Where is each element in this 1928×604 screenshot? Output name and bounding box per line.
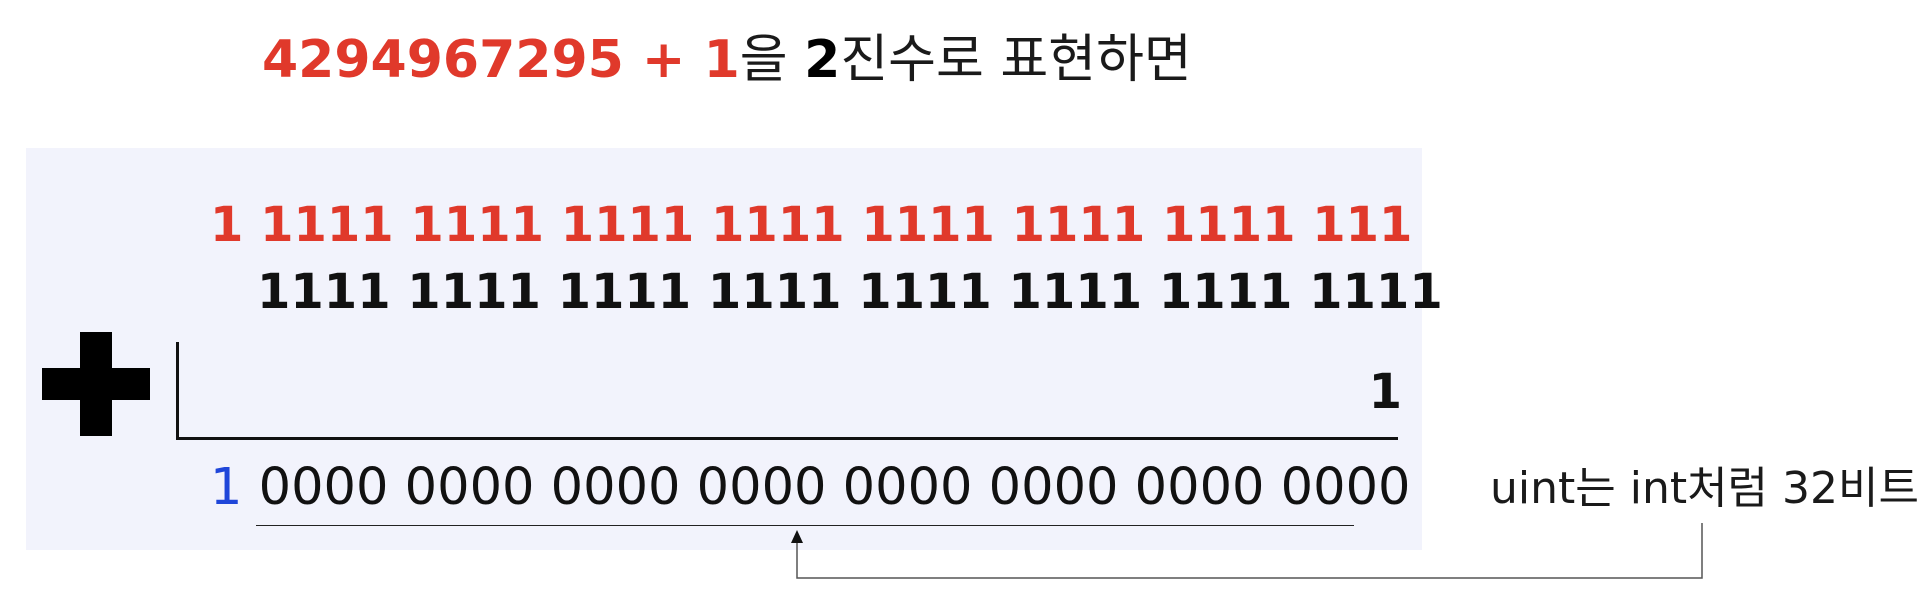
overflow-bit: 1 [210, 458, 243, 517]
note-label: uint는 int처럼 32비트 [1490, 463, 1919, 514]
page-title: 4294967295 + 1을 2진수로 표현하면 [262, 24, 1192, 96]
operand-row: 1111 1111 1111 1111 1111 1111 1111 1111 [257, 264, 1443, 320]
addition-bracket [176, 342, 179, 440]
title-particle: 을 [739, 30, 805, 90]
title-expression: 4294967295 + 1 [262, 30, 740, 90]
bit-width-underline [256, 525, 1354, 526]
carry-row: 1 1111 1111 1111 1111 1111 1111 1111 111 [210, 197, 1413, 253]
plus-icon [42, 332, 150, 436]
addend: 1 [1368, 364, 1402, 420]
title-base: 2 [804, 30, 841, 90]
result-row: 1 0000 0000 0000 0000 0000 0000 0000 000… [210, 458, 1410, 518]
sum-line [176, 437, 1398, 440]
result-bits: 0000 0000 0000 0000 0000 0000 0000 0000 [242, 458, 1411, 517]
title-rest: 진수로 표현하면 [840, 30, 1192, 90]
